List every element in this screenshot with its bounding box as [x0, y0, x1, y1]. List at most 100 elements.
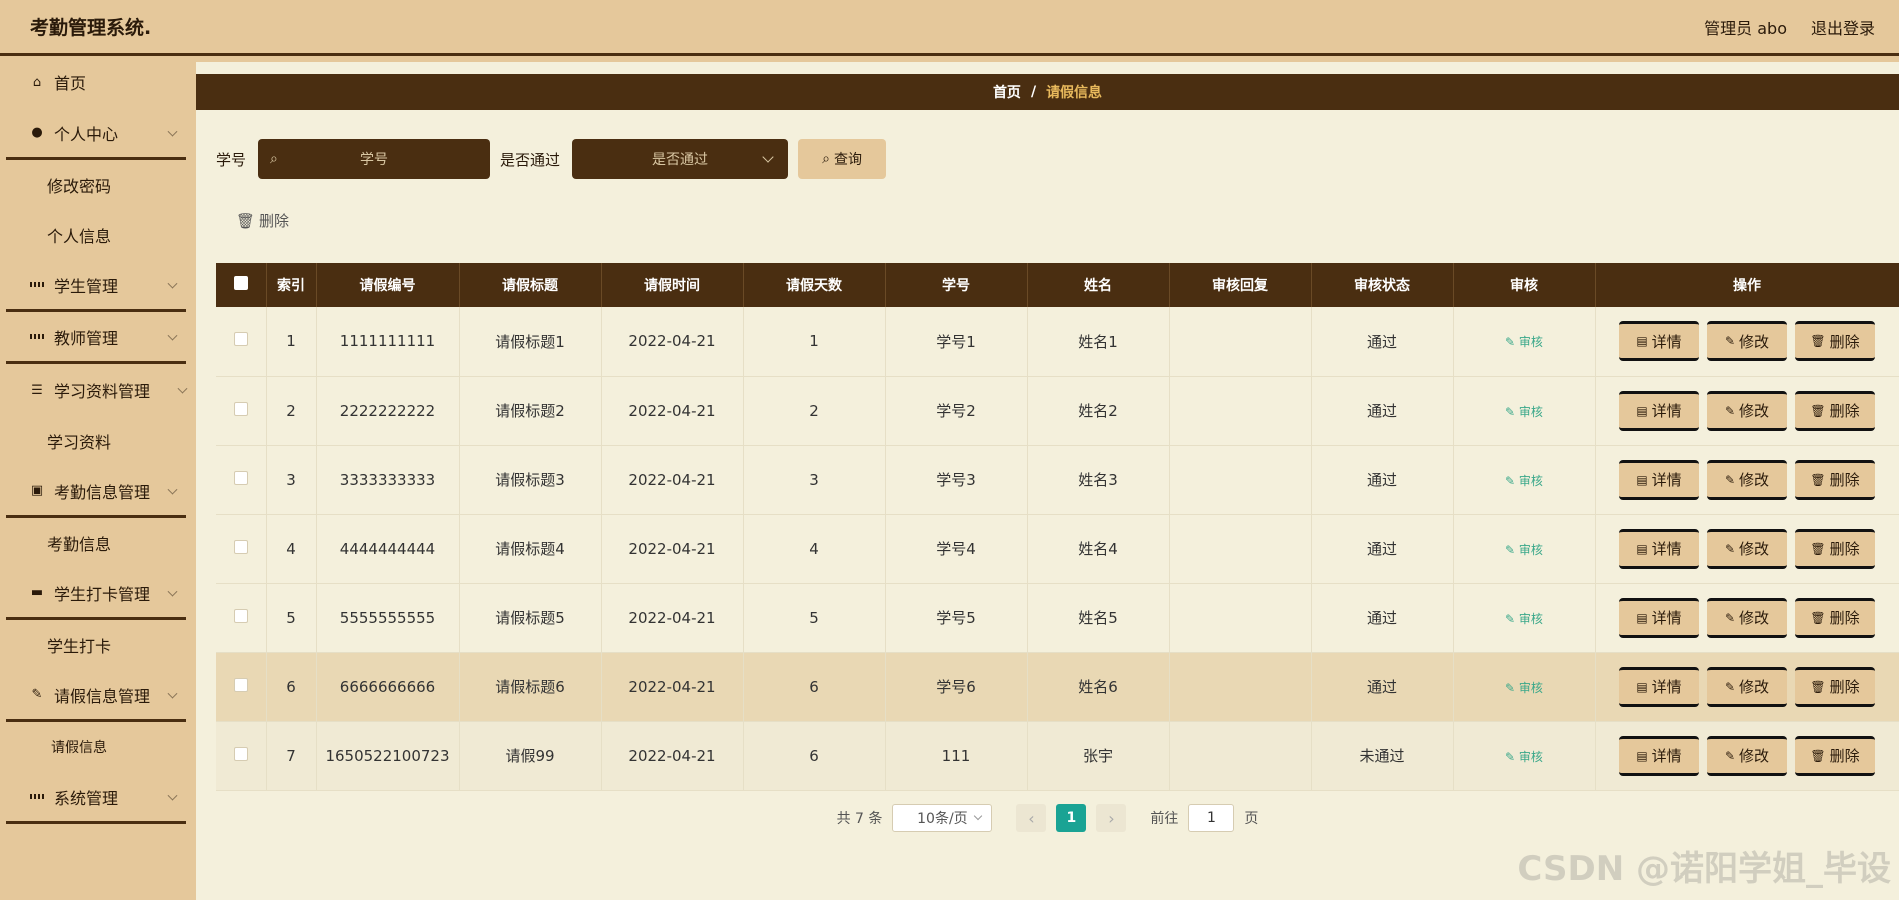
row-checkbox[interactable]	[233, 401, 248, 416]
row-select-cell	[216, 445, 267, 515]
menu-checkin-mgmt[interactable]: ▬ 学生打卡管理	[6, 568, 186, 620]
audit-link[interactable]: ✎ 审核	[1505, 612, 1543, 626]
audit-link[interactable]: ✎ 审核	[1505, 750, 1543, 764]
pass-select[interactable]: 是否通过	[572, 139, 789, 179]
audit-link[interactable]: ✎ 审核	[1505, 405, 1543, 419]
detail-button[interactable]: ▤ 详情	[1619, 597, 1699, 638]
menu-attendance-label: 考勤信息管理	[54, 482, 151, 502]
menu-personal[interactable]: ● 个人中心	[6, 108, 186, 160]
table-row: 3 3333333333 请假标题3 2022-04-21 3 学号3 姓名3 通过 ✎ 审核 ▤…	[216, 445, 1899, 515]
audit-link[interactable]: ✎ 审核	[1505, 474, 1543, 488]
menu-teacher-mgmt[interactable]: 教师管理	[6, 312, 186, 364]
trash-icon: 🗑	[1810, 334, 1826, 349]
row-checkbox[interactable]	[233, 332, 248, 347]
table-body: 1 1111111111 请假标题1 2022-04-21 1 学号1 姓名1 通过 ✎ 审核 ▤…	[216, 307, 1899, 791]
detail-button[interactable]: ▤ 详情	[1619, 735, 1699, 776]
col-days: 请假天数	[743, 263, 886, 307]
row-actions: ▤ 详情 ✎ 修改 🗑 删除	[1596, 735, 1899, 776]
cell-status: 通过	[1311, 445, 1454, 515]
submenu-change-password[interactable]: 修改密码	[0, 160, 196, 210]
delete-button[interactable]: 🗑 删除	[1795, 390, 1875, 431]
row-checkbox[interactable]	[233, 677, 248, 692]
row-checkbox[interactable]	[233, 470, 248, 485]
delete-label: 删除	[1829, 540, 1860, 558]
detail-button[interactable]: ▤ 详情	[1619, 528, 1699, 569]
edit-button[interactable]: ✎ 修改	[1707, 459, 1787, 500]
edit-label: 修改	[1739, 540, 1770, 558]
submenu-personal-info[interactable]: 个人信息	[0, 210, 196, 260]
detail-button[interactable]: ▤ 详情	[1619, 459, 1699, 500]
edit-button[interactable]: ✎ 修改	[1707, 666, 1787, 707]
cell-audit: ✎ 审核	[1453, 445, 1596, 515]
edit-icon: ✎	[1724, 541, 1736, 556]
delete-button[interactable]: 🗑 删除	[1795, 528, 1875, 569]
edit-label: 修改	[1739, 471, 1770, 489]
current-page[interactable]: 1	[1056, 804, 1087, 832]
menu-leave-mgmt[interactable]: ✎ 请假信息管理	[6, 670, 186, 722]
trash-icon: 🗑	[1810, 403, 1826, 418]
menu-material-mgmt[interactable]: ☰ 学习资料管理	[0, 364, 196, 416]
chevron-down-icon	[167, 330, 178, 341]
submenu-checkin[interactable]: 学生打卡	[0, 620, 196, 670]
delete-button[interactable]: 🗑 删除	[1795, 459, 1875, 500]
total-count: 共 7 条	[836, 811, 883, 827]
edit-button[interactable]: ✎ 修改	[1707, 390, 1787, 431]
audit-link[interactable]: ✎ 审核	[1505, 335, 1543, 349]
menu-home[interactable]: ⌂ 首页	[0, 56, 196, 108]
cell-index: 3	[266, 445, 317, 515]
audit-label: 审核	[1518, 749, 1543, 764]
delete-label: 删除	[1829, 402, 1860, 420]
audit-link[interactable]: ✎ 审核	[1505, 681, 1543, 695]
batch-delete-button[interactable]: 🗑 删除	[236, 210, 289, 231]
student-id-input[interactable]: ⌕ 学号	[258, 139, 491, 179]
audit-link[interactable]: ✎ 审核	[1505, 543, 1543, 557]
submenu-material[interactable]: 学习资料	[0, 416, 196, 466]
breadcrumb-home[interactable]: 首页	[993, 82, 1021, 102]
delete-label: 删除	[1829, 471, 1860, 489]
detail-button[interactable]: ▤ 详情	[1619, 321, 1699, 362]
cell-status: 通过	[1311, 307, 1454, 377]
cell-title: 请假标题2	[459, 376, 602, 446]
menu-attendance-mgmt[interactable]: ▣ 考勤信息管理	[6, 466, 186, 518]
delete-button[interactable]: 🗑 删除	[1795, 735, 1875, 776]
delete-label: 删除	[1829, 332, 1860, 351]
app-title: 考勤管理系统.	[30, 17, 152, 39]
cell-reply	[1169, 652, 1312, 722]
row-checkbox[interactable]	[233, 746, 248, 761]
chevron-down-icon	[167, 688, 178, 699]
edit-button[interactable]: ✎ 修改	[1707, 321, 1787, 362]
edit-button[interactable]: ✎ 修改	[1707, 597, 1787, 638]
menu-student-mgmt[interactable]: 学生管理	[6, 260, 186, 312]
edit-button[interactable]: ✎ 修改	[1707, 735, 1787, 776]
goto-page-input[interactable]: 1	[1188, 804, 1235, 832]
delete-button[interactable]: 🗑 删除	[1795, 597, 1875, 638]
delete-button[interactable]: 🗑 删除	[1795, 666, 1875, 707]
row-checkbox[interactable]	[233, 539, 248, 554]
top-strip	[196, 56, 1899, 62]
cell-days: 1	[743, 307, 886, 377]
detail-button[interactable]: ▤ 详情	[1619, 666, 1699, 707]
row-checkbox[interactable]	[233, 608, 248, 623]
next-page-button[interactable]: ›	[1096, 804, 1127, 832]
menu-system-mgmt[interactable]: 系统管理	[6, 772, 186, 824]
query-button[interactable]: ⌕ 查询	[798, 139, 887, 179]
main-content: 首页 / 请假信息 学号 ⌕ 学号 是否通过 是否通过 ⌕ 查询 🗑 删除 索引…	[196, 56, 1899, 900]
student-id-placeholder: 学号	[360, 152, 389, 168]
detail-button[interactable]: ▤ 详情	[1619, 390, 1699, 431]
delete-button[interactable]: 🗑 删除	[1795, 321, 1875, 362]
edit-icon: ✎	[1724, 748, 1736, 763]
col-index: 索引	[266, 263, 317, 307]
page-unit-label: 页	[1244, 811, 1259, 827]
select-all-checkbox[interactable]	[233, 276, 248, 290]
logout-link[interactable]: 退出登录	[1811, 15, 1875, 39]
detail-label: 详情	[1651, 609, 1682, 627]
submenu-attendance[interactable]: 考勤信息	[0, 518, 196, 568]
prev-page-button[interactable]: ‹	[1016, 804, 1047, 832]
submenu-leave[interactable]: 请假信息	[0, 722, 196, 772]
cell-date: 2022-04-21	[601, 445, 744, 515]
page-size-select[interactable]: 10条/页	[892, 804, 993, 832]
cell-actions: ▤ 详情 ✎ 修改 🗑 删除	[1595, 514, 1899, 584]
row-select-cell	[216, 721, 267, 791]
cell-code: 1111111111	[316, 307, 460, 377]
edit-button[interactable]: ✎ 修改	[1707, 528, 1787, 569]
